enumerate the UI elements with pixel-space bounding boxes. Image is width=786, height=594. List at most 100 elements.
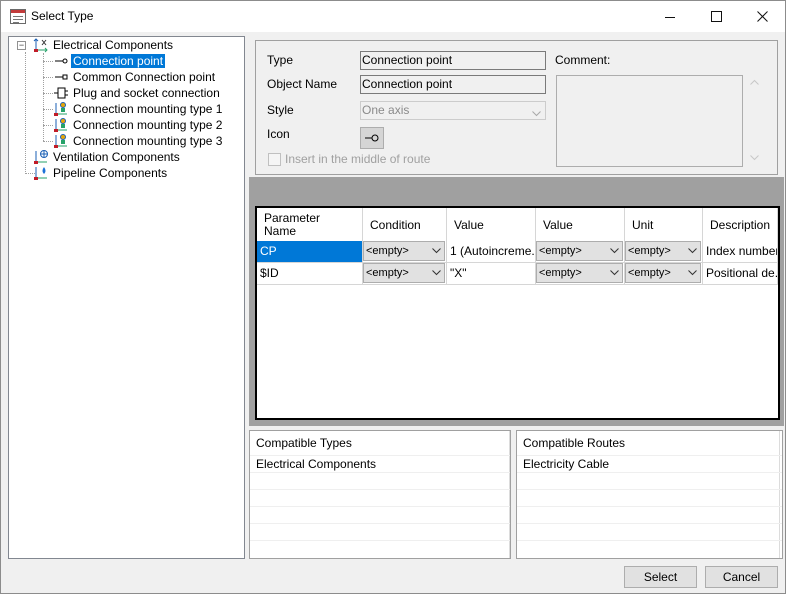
list-item[interactable]: Electrical Components: [250, 455, 510, 472]
cell-unit[interactable]: <empty>: [625, 263, 703, 285]
column-header-parameter-name[interactable]: Parameter Name: [257, 208, 363, 243]
cell-condition[interactable]: <empty>: [363, 241, 447, 263]
chevron-down-icon: [684, 242, 700, 260]
column-header-description[interactable]: Description: [703, 208, 778, 243]
tree-node-mounting-type-3[interactable]: Connection mounting type 3: [53, 133, 224, 149]
tree-node-label: Connection point: [69, 53, 167, 69]
tree-node-pipeline-components[interactable]: Pipeline Components: [33, 165, 169, 181]
chevron-down-icon: [428, 264, 444, 282]
mounting-type-icon: [53, 133, 69, 149]
cell-value-2[interactable]: <empty>: [536, 263, 625, 285]
insert-middle-label: Insert in the middle of route: [285, 152, 431, 166]
tree-node-label: Connection mounting type 2: [73, 118, 223, 132]
properties-panel: Type Connection point Object Name Connec…: [255, 40, 778, 175]
cell-parameter-name[interactable]: $ID: [257, 263, 363, 285]
object-name-field[interactable]: Connection point: [360, 75, 546, 94]
ventilation-components-icon: [33, 149, 49, 165]
list-item[interactable]: Electricity Cable: [517, 455, 782, 472]
title-bar: Select Type: [1, 1, 785, 32]
cell-description[interactable]: Positional de...: [703, 263, 778, 285]
chevron-down-icon: [606, 264, 622, 282]
compatible-routes-header: Compatible Routes: [523, 436, 626, 450]
maximize-icon[interactable]: [693, 1, 739, 32]
chevron-down-icon: [606, 242, 622, 260]
unit-dropdown[interactable]: <empty>: [625, 241, 701, 261]
scroll-up-icon[interactable]: [750, 77, 759, 88]
connection-point-icon: [53, 53, 69, 69]
mounting-type-icon: [53, 117, 69, 133]
column-header-condition[interactable]: Condition: [363, 208, 447, 243]
electrical-components-icon: [33, 37, 49, 53]
tree-node-mounting-type-2[interactable]: Connection mounting type 2: [53, 117, 224, 133]
comment-textarea[interactable]: [556, 75, 743, 167]
tree-node-common-connection-point[interactable]: Common Connection point: [53, 69, 217, 85]
common-connection-point-icon: [53, 69, 69, 85]
insert-middle-checkbox[interactable]: [268, 153, 281, 166]
pipeline-components-icon: [33, 165, 49, 181]
compatible-types-list[interactable]: Compatible Types Electrical Components: [249, 430, 511, 559]
mounting-type-icon: [53, 101, 69, 117]
style-value: One axis: [362, 103, 410, 117]
icon-label: Icon: [267, 127, 290, 141]
list-item-empty: [250, 523, 510, 540]
chevron-down-icon: [428, 242, 444, 260]
cancel-button[interactable]: Cancel: [705, 566, 778, 588]
tree-node-label: Electrical Components: [53, 38, 174, 52]
cell-condition[interactable]: <empty>: [363, 263, 447, 285]
column-header-value-2[interactable]: Value: [536, 208, 625, 243]
tree-node-label: Common Connection point: [73, 70, 216, 84]
connection-point-icon: [365, 134, 379, 142]
tree-node-plug-and-socket[interactable]: Plug and socket connection: [53, 85, 222, 101]
tree-node-ventilation-components[interactable]: Ventilation Components: [33, 149, 182, 165]
style-dropdown: One axis: [360, 101, 546, 120]
style-label: Style: [267, 103, 294, 117]
tree-node-mounting-type-1[interactable]: Connection mounting type 1: [53, 101, 224, 117]
close-icon[interactable]: [739, 1, 785, 32]
tree-node-electrical-components[interactable]: Electrical Components: [33, 37, 175, 53]
window-title: Select Type: [31, 9, 94, 23]
tree-node-label: Ventilation Components: [53, 150, 180, 164]
component-tree[interactable]: − Electrical Components Connection point…: [8, 36, 245, 559]
list-item-empty: [250, 472, 510, 489]
tree-node-label: Connection mounting type 3: [73, 134, 223, 148]
tree-node-label: Plug and socket connection: [73, 86, 220, 100]
compatible-types-header: Compatible Types: [256, 436, 352, 450]
column-header-unit[interactable]: Unit: [625, 208, 703, 243]
cell-value-2[interactable]: <empty>: [536, 241, 625, 263]
tree-node-label: Connection mounting type 1: [73, 102, 223, 116]
cell-value[interactable]: "X": [447, 263, 536, 285]
cell-parameter-name[interactable]: CP: [257, 241, 363, 263]
tree-node-connection-point[interactable]: Connection point: [53, 53, 167, 69]
unit-dropdown[interactable]: <empty>: [625, 263, 701, 283]
plug-socket-icon: [53, 85, 69, 101]
column-header-value[interactable]: Value: [447, 208, 536, 243]
value-dropdown[interactable]: <empty>: [536, 241, 623, 261]
list-item-empty: [517, 472, 782, 489]
parameter-grid[interactable]: Parameter Name Condition Value Value Uni…: [255, 206, 780, 420]
object-name-label: Object Name: [267, 77, 338, 91]
minimize-icon[interactable]: [647, 1, 693, 32]
select-button[interactable]: Select: [624, 566, 697, 588]
compatible-routes-list[interactable]: Compatible Routes Electricity Cable: [516, 430, 783, 559]
condition-dropdown[interactable]: <empty>: [363, 263, 445, 283]
type-field: Connection point: [360, 51, 546, 70]
app-icon: [10, 9, 26, 24]
cell-value[interactable]: 1 (Autoincreme...: [447, 241, 536, 263]
chevron-down-icon: [684, 264, 700, 282]
value-dropdown[interactable]: <empty>: [536, 263, 623, 283]
collapse-icon[interactable]: −: [17, 41, 26, 50]
list-item-empty: [517, 506, 782, 523]
icon-picker-button[interactable]: [360, 127, 384, 149]
scroll-down-icon[interactable]: [750, 153, 759, 164]
cell-description[interactable]: Index number: [703, 241, 778, 263]
type-label: Type: [267, 53, 294, 67]
tree-node-label: Pipeline Components: [53, 166, 168, 180]
comment-label: Comment:: [555, 53, 611, 67]
cell-unit[interactable]: <empty>: [625, 241, 703, 263]
comment-scrollbar[interactable]: [747, 75, 763, 167]
condition-dropdown[interactable]: <empty>: [363, 241, 445, 261]
list-item-empty: [517, 540, 782, 557]
chevron-down-icon: [532, 106, 541, 123]
list-item-empty: [517, 489, 782, 506]
select-type-window: Select Type − Electrical Components Conn…: [0, 0, 786, 594]
